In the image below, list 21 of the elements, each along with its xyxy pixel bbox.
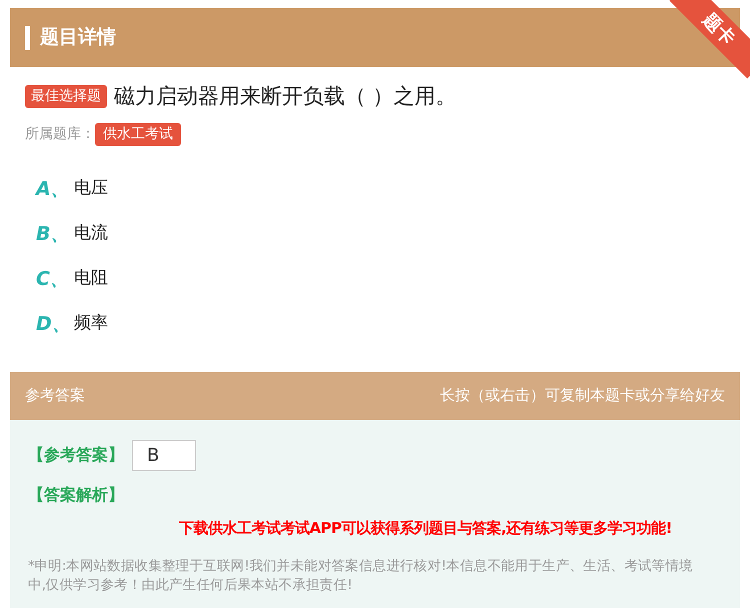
- bank-label: 所属题库：: [25, 124, 95, 144]
- header-title: 题目详情: [40, 25, 116, 50]
- accent-bar: [25, 26, 30, 50]
- disclaimer-text: *申明:本网站数据收集整理于互联网!我们并未能对答案信息进行核对!本信息不能用于生产、生活、考试等情境中,仅供学习参考！由此产生任何后果本站不承担责任!: [28, 557, 694, 595]
- option-text[interactable]: 频率: [74, 311, 108, 337]
- option-letter: D、: [36, 312, 72, 337]
- question-type-badge: 最佳选择题: [25, 85, 107, 108]
- option-letter: A、: [36, 176, 71, 202]
- option-letter: B、: [36, 222, 70, 247]
- answer-section-title: 参考答案: [25, 385, 85, 406]
- analysis-label: 【答案解析】: [28, 484, 124, 504]
- answer-label: 【参考答案】: [28, 444, 124, 466]
- app-promo-text: 下载供水工考试考试APP可以获得系列题目与答案,还有练习等更多学习功能!: [178, 518, 672, 538]
- option-letter: C、: [36, 266, 70, 292]
- share-hint: 长按（或右击）可复制本题卡或分享给好友: [440, 385, 725, 406]
- answer-value: B: [132, 440, 196, 470]
- option-text[interactable]: 电阻: [74, 266, 108, 292]
- question-text: 磁力启动器用来断开负载（ ）之用。: [114, 83, 457, 110]
- bank-badge[interactable]: 供水工考试: [95, 122, 181, 146]
- option-text[interactable]: 电流: [74, 221, 108, 247]
- option-text[interactable]: 电压: [74, 176, 108, 202]
